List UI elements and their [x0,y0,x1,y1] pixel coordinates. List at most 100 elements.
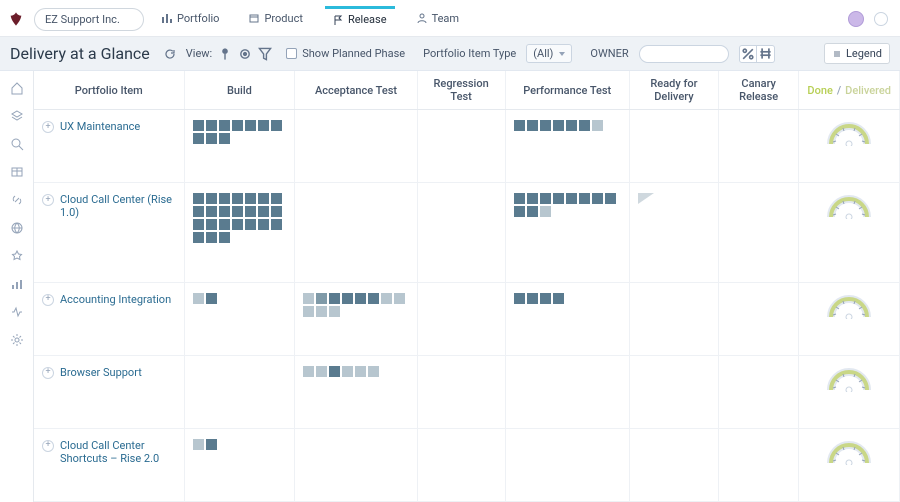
work-item-tile[interactable] [592,193,603,204]
work-item-tile[interactable] [193,219,204,230]
work-item-tile[interactable] [316,293,327,304]
work-item-tile[interactable] [193,133,204,144]
work-item-tile[interactable] [355,293,366,304]
work-item-tile[interactable] [303,366,314,377]
work-item-tile[interactable] [394,293,405,304]
work-item-tile[interactable] [206,232,217,243]
work-item-tile[interactable] [245,120,256,131]
app-menu-button[interactable] [874,12,888,26]
work-item-tile[interactable] [605,193,616,204]
work-item-tile[interactable] [381,293,392,304]
work-item-tile[interactable] [329,366,340,377]
work-item-tile[interactable] [206,219,217,230]
refresh-icon[interactable] [164,48,176,60]
work-item-tile[interactable] [316,306,327,317]
work-item-tile[interactable] [245,206,256,217]
workspace-picker[interactable]: EZ Support Inc. [34,8,144,31]
work-item-tile[interactable] [368,293,379,304]
col-acceptance[interactable]: Acceptance Test [295,71,417,110]
work-item-tile[interactable] [193,439,204,450]
work-item-tile[interactable] [232,206,243,217]
pin-icon[interactable] [218,45,232,63]
work-item-tile[interactable] [245,219,256,230]
expand-toggle[interactable]: + [42,194,54,206]
work-item-tile[interactable] [303,293,314,304]
work-item-tile[interactable] [329,306,340,317]
col-ready[interactable]: Ready for Delivery [629,71,718,110]
expand-toggle[interactable]: + [42,121,54,133]
work-item-tile[interactable] [579,193,590,204]
legend-button[interactable]: Legend [824,43,890,64]
work-item-tile[interactable] [206,193,217,204]
work-item-tile[interactable] [193,293,204,304]
work-item-tile[interactable] [219,120,230,131]
globe-icon[interactable] [10,221,24,235]
show-planned-checkbox[interactable]: Show Planned Phase [286,47,405,60]
settings-icon[interactable] [10,333,24,347]
activity-icon[interactable] [10,305,24,319]
col-done-delivered[interactable]: Done / Delivered [799,71,900,110]
tab-portfolio[interactable]: Portfolio [154,8,227,31]
work-item-tile[interactable] [232,120,243,131]
work-item-tile[interactable] [193,120,204,131]
home-icon[interactable] [10,81,24,95]
work-item-tile[interactable] [219,133,230,144]
work-item-tile[interactable] [206,293,217,304]
work-item-tile[interactable] [566,120,577,131]
work-item-tile[interactable] [219,206,230,217]
search-icon[interactable] [10,137,24,151]
layers-icon[interactable] [10,109,24,123]
portfolio-item-name[interactable]: Accounting Integration [60,293,171,306]
work-item-tile[interactable] [271,193,282,204]
work-item-tile[interactable] [245,193,256,204]
portfolio-item-name[interactable]: Cloud Call Center (Rise 1.0) [60,193,176,219]
work-item-tile[interactable] [355,366,366,377]
col-build[interactable]: Build [184,71,295,110]
work-item-tile[interactable] [329,293,340,304]
work-item-tile[interactable] [206,439,217,450]
work-item-tile[interactable] [527,120,538,131]
work-item-tile[interactable] [271,206,282,217]
expand-toggle[interactable]: + [42,367,54,379]
work-item-tile[interactable] [566,193,577,204]
work-item-tile[interactable] [232,193,243,204]
work-item-tile[interactable] [206,133,217,144]
owner-input[interactable] [639,45,729,63]
portfolio-type-select[interactable]: (All) [526,44,572,63]
target-icon[interactable] [238,45,252,63]
expand-toggle[interactable]: + [42,440,54,452]
work-item-tile[interactable] [193,206,204,217]
portfolio-item-name[interactable]: Cloud Call Center Shortcuts – Rise 2.0 [60,439,176,465]
work-item-tile[interactable] [514,293,525,304]
work-item-tile[interactable] [540,206,551,217]
work-item-tile[interactable] [271,120,282,131]
count-view-button[interactable] [757,45,775,63]
link-icon[interactable] [10,193,24,207]
col-regression[interactable]: Regression Test [417,71,505,110]
work-item-tile[interactable] [368,366,379,377]
work-item-tile[interactable] [553,293,564,304]
work-item-tile[interactable] [271,219,282,230]
work-item-tile[interactable] [342,366,353,377]
work-item-tile[interactable] [527,206,538,217]
portfolio-item-name[interactable]: UX Maintenance [60,120,140,133]
star-icon[interactable] [10,249,24,263]
work-item-tile[interactable] [219,193,230,204]
col-canary[interactable]: Canary Release [718,71,798,110]
portfolio-item-name[interactable]: Browser Support [60,366,142,379]
work-item-tile[interactable] [193,193,204,204]
work-item-tile[interactable] [258,206,269,217]
col-performance[interactable]: Performance Test [505,71,629,110]
work-item-tile[interactable] [316,366,327,377]
col-portfolio-item[interactable]: Portfolio Item [34,71,184,110]
work-item-tile[interactable] [527,193,538,204]
work-item-tile[interactable] [206,206,217,217]
work-item-tile[interactable] [219,219,230,230]
work-item-tile[interactable] [514,206,525,217]
work-item-tile[interactable] [342,293,353,304]
work-item-tile[interactable] [232,219,243,230]
filter-icon[interactable] [258,45,272,63]
tab-team[interactable]: Team [409,8,468,31]
work-item-tile[interactable] [579,120,590,131]
tab-product[interactable]: Product [241,8,310,31]
